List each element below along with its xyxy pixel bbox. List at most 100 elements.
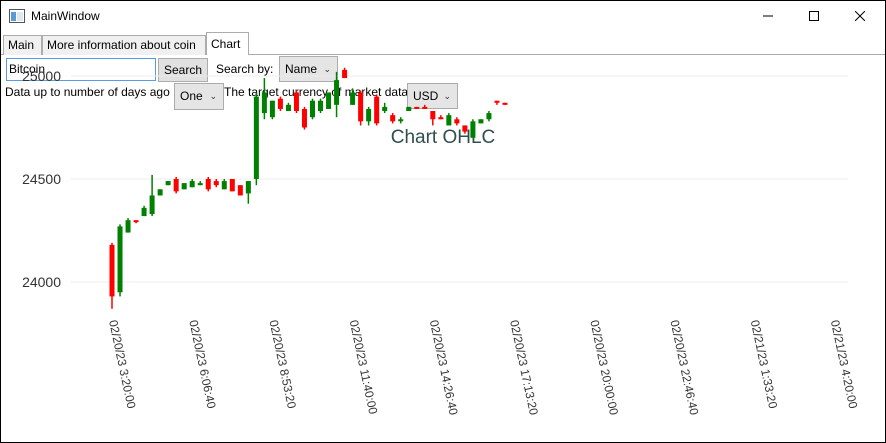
x-tick-label: 02/20/23 11:40:00 [347,319,381,416]
candle [285,102,291,112]
candle [229,179,235,192]
candle-body [117,226,123,293]
candle [398,117,404,124]
candle [342,67,348,79]
candle [133,220,139,224]
candle-body [165,181,171,186]
candle-body [478,119,484,124]
candle-body [293,92,299,112]
y-tick-label: 24500 [22,171,61,187]
candle-body [454,119,460,124]
candle-body [438,117,444,120]
candle-body [326,92,332,109]
candle-body [109,244,115,297]
candle [310,98,315,120]
y-tick-label: 24000 [22,274,61,290]
candle-body [342,69,348,79]
candle [358,90,364,126]
candle [390,113,396,124]
candle [173,176,179,194]
candle [502,102,508,105]
candle-body [205,179,211,190]
candle [350,88,356,105]
candle [301,106,307,130]
candle-body [446,115,452,126]
candle [366,106,372,126]
candle [414,106,420,109]
candle-body [374,96,380,124]
candle [277,96,283,112]
candle-body [245,181,251,194]
candle-body [149,195,155,215]
candle-body [189,181,195,188]
x-tick-label: 02/20/23 8:53:20 [266,319,298,410]
candle [293,90,299,114]
candle-body [181,183,187,190]
x-tick-label: 02/21/23 1:33:20 [748,319,780,410]
candle [189,179,195,188]
candle-body [157,189,163,196]
candle [181,183,187,190]
candle-body [382,106,388,112]
candle-body [237,185,243,196]
candle-body [406,106,412,112]
candle-body [221,181,227,190]
candle-body [125,220,131,233]
candle-body [358,92,364,122]
candle-body [366,108,372,122]
candle [197,181,203,186]
candle [478,119,484,124]
candle [253,92,259,186]
candle-body [502,102,508,105]
candle [141,205,147,217]
candle-body [318,100,324,112]
candle-body [334,80,340,105]
candle [446,113,452,126]
main-window: MainWindow Main More information about c… [1,1,885,442]
candle [374,94,380,126]
candle-body [350,92,356,105]
candle-body [310,100,315,118]
candle-body [197,183,203,186]
candle-body [213,181,219,186]
x-tick-label: 02/20/23 17:13:20 [507,319,541,417]
candle [261,78,267,120]
candle [245,181,251,204]
candle-body [301,108,307,128]
x-tick-label: 02/21/23 4:20:00 [828,319,860,410]
tab-chart[interactable]: Chart [206,32,249,55]
candle-body [277,98,283,109]
candle [205,176,211,192]
candle-body [269,100,275,118]
candle-body [253,96,259,179]
candle-body [430,111,436,120]
candle [149,174,155,217]
candle [117,224,123,297]
candle-body [470,121,476,138]
candle [334,71,340,118]
candle [470,119,476,138]
candle [430,111,436,126]
candle [109,242,115,309]
candle [269,100,275,120]
candle-body [133,220,139,223]
candle-body [494,100,500,103]
candle [165,181,171,186]
candle-body [173,179,179,192]
x-tick-label: 02/20/23 22:46:40 [667,319,701,417]
x-tick-label: 02/20/23 20:00:00 [587,319,621,417]
candle-body [486,113,492,120]
candle-body [398,119,404,122]
chart-title: Chart OHLC [391,127,496,148]
candle [326,92,332,109]
candle [486,111,492,122]
candle-body [141,207,147,217]
candle [438,115,444,120]
candle-body [229,179,235,192]
candle [213,179,219,188]
candle-body [390,115,396,122]
candle [125,218,131,233]
candle [382,102,388,114]
x-tick-label: 02/20/23 14:26:40 [427,319,461,417]
x-tick-label: 02/20/23 3:20:00 [106,319,138,410]
